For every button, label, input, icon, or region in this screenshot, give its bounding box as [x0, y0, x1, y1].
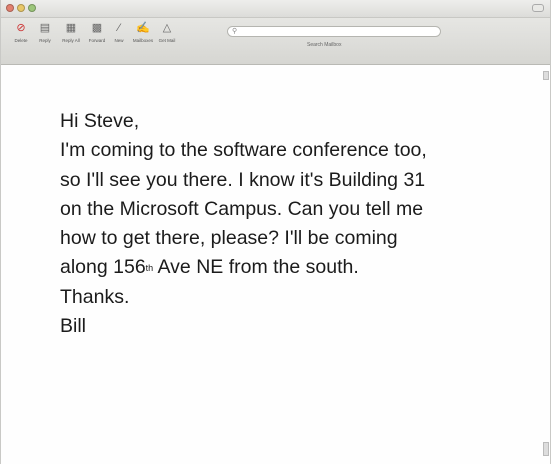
mail-window: ⊘ Delete ▤ Reply ▦ Reply All ▩ Forward ⁄…	[0, 0, 551, 464]
body-line-5: along 156th Ave NE from the south.	[60, 253, 530, 282]
zoom-window-button[interactable]	[28, 4, 36, 12]
get-mail-icon: △	[162, 22, 172, 34]
body-line-2: so I'll see you there. I know it's Build…	[60, 168, 426, 191]
search-icon: ⚲	[232, 28, 238, 35]
close-window-button[interactable]	[6, 4, 14, 12]
body-line-3: on the Microsoft Campus. Can you tell me	[60, 197, 424, 220]
closing-line: Thanks.	[60, 285, 130, 308]
get-mail-button[interactable]: △ Get Mail	[153, 22, 181, 43]
reply-button[interactable]: ▤ Reply	[31, 22, 59, 43]
reply-all-button[interactable]: ▦ Reply All	[57, 22, 85, 43]
title-bar	[1, 0, 550, 18]
message-text[interactable]: Hi Steve, I'm coming to the software con…	[60, 107, 530, 341]
search-input[interactable]: ⚲	[227, 26, 441, 37]
reply-all-icon: ▦	[65, 22, 77, 34]
signature-line: Bill	[60, 315, 87, 338]
minimize-window-button[interactable]	[17, 4, 25, 12]
search-mailbox-label: Search Mailbox	[307, 42, 342, 48]
scrollbar-top[interactable]	[543, 71, 549, 80]
greeting-line: Hi Steve,	[60, 110, 140, 132]
scrollbar-bottom[interactable]	[543, 442, 549, 456]
reply-all-label: Reply All	[62, 38, 80, 43]
toolbar: ⊘ Delete ▤ Reply ▦ Reply All ▩ Forward ⁄…	[1, 18, 550, 65]
window-controls	[6, 4, 36, 12]
ordinal-suffix: th	[145, 263, 154, 274]
get-mail-label: Get Mail	[158, 38, 176, 43]
toolbar-toggle-button[interactable]	[532, 4, 544, 12]
reply-label: Reply	[39, 38, 51, 43]
body-line-5-end: Ave NE from the south.	[153, 256, 359, 279]
body-line-4: how to get there, please? I'll be coming	[60, 227, 398, 250]
reply-icon: ▤	[39, 22, 51, 34]
body-line-5-start: along 156	[60, 256, 146, 279]
body-line-1: I'm coming to the software conference to…	[60, 139, 427, 162]
